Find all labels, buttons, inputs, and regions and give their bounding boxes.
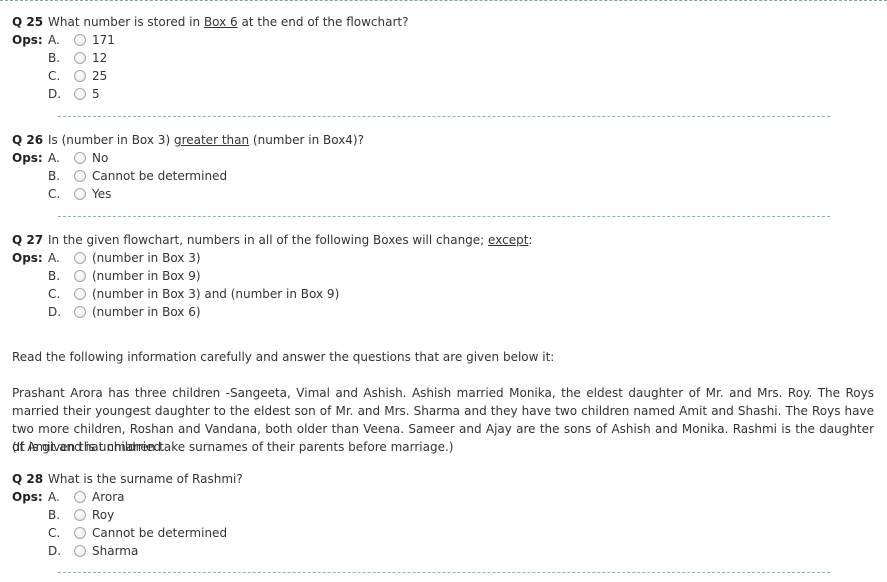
option-d[interactable]: D. Sharma (12, 542, 882, 560)
question-number: Q 26 (12, 133, 44, 147)
option-text: (number in Box 9) (92, 269, 201, 283)
option-text: (number in Box 3) and (number in Box 9) (92, 287, 340, 301)
option-a[interactable]: Ops: A. 171 (12, 31, 882, 49)
option-a[interactable]: Ops: A. Arora (12, 488, 882, 506)
passage-note: (It is given that children take surnames… (12, 440, 454, 454)
option-text: Yes (92, 187, 112, 201)
question-number: Q 27 (12, 233, 44, 247)
option-letter: C. (48, 187, 61, 201)
radio-button[interactable] (74, 270, 86, 282)
option-text: Roy (92, 508, 115, 522)
option-b[interactable]: B. Roy (12, 506, 882, 524)
option-c[interactable]: C. (number in Box 3) and (number in Box … (12, 285, 882, 303)
option-b[interactable]: B. Cannot be determined (12, 167, 882, 185)
option-letter: C. (48, 69, 61, 83)
option-d[interactable]: D. 5 (12, 85, 882, 103)
option-letter: B. (48, 51, 61, 65)
ops-label: Ops: (12, 251, 43, 265)
option-letter: D. (48, 305, 62, 319)
ops-label: Ops: (12, 490, 43, 504)
question-26: Q 26 Is (number in Box 3) greater than (n… (12, 131, 882, 203)
radio-button[interactable] (74, 491, 86, 503)
option-a[interactable]: Ops: A. (number in Box 3) (12, 249, 882, 267)
option-letter: D. (48, 87, 62, 101)
divider (58, 572, 830, 573)
ops-label: Ops: (12, 33, 43, 47)
passage-intro: Read the following information carefully… (12, 350, 555, 364)
option-text: (number in Box 3) (92, 251, 201, 265)
top-divider (0, 0, 887, 1)
option-b[interactable]: B. (number in Box 9) (12, 267, 882, 285)
option-b[interactable]: B. 12 (12, 49, 882, 67)
radio-button[interactable] (74, 88, 86, 100)
radio-button[interactable] (74, 34, 86, 46)
option-letter: D. (48, 544, 62, 558)
radio-button[interactable] (74, 252, 86, 264)
option-text: No (92, 151, 109, 165)
divider (58, 116, 830, 117)
radio-button[interactable] (74, 52, 86, 64)
option-letter: B. (48, 169, 61, 183)
option-text: Arora (92, 490, 125, 504)
question-text: Is (number in Box 3) (48, 133, 174, 147)
option-text: 5 (92, 87, 100, 101)
option-a[interactable]: Ops: A. No (12, 149, 882, 167)
option-text: Cannot be determined (92, 169, 228, 183)
radio-button[interactable] (74, 152, 86, 164)
option-letter: A. (48, 151, 60, 165)
question-text-end: at the end of the flowchart? (237, 15, 409, 29)
question-28-stem: Q 28 What is the surname of Rashmi? (12, 470, 882, 488)
radio-button[interactable] (74, 188, 86, 200)
question-26-stem: Q 26 Is (number in Box 3) greater than (n… (12, 131, 882, 149)
option-c[interactable]: C. Cannot be determined (12, 524, 882, 542)
ops-label: Ops: (12, 151, 43, 165)
option-d[interactable]: D. (number in Box 6) (12, 303, 882, 321)
divider (58, 216, 830, 217)
question-emphasis: greater than (173, 133, 250, 147)
radio-button[interactable] (74, 70, 86, 82)
option-letter: A. (48, 33, 60, 47)
option-text: Cannot be determined (92, 526, 228, 540)
question-text: What is the surname of Rashmi? (48, 472, 243, 486)
question-emphasis: Box 6 (203, 15, 238, 29)
question-25-stem: Q 25 What number is stored in Box 6 at th… (12, 13, 882, 31)
radio-button[interactable] (74, 170, 86, 182)
question-emphasis: except (488, 233, 529, 247)
option-letter: C. (48, 526, 61, 540)
radio-button[interactable] (74, 527, 86, 539)
question-number: Q 28 (12, 472, 44, 486)
question-number: Q 25 (12, 15, 44, 29)
option-letter: B. (48, 508, 61, 522)
radio-button[interactable] (74, 288, 86, 300)
radio-button[interactable] (74, 306, 86, 318)
question-text-end: : (528, 233, 533, 247)
option-letter: A. (48, 490, 60, 504)
option-text: 171 (92, 33, 115, 47)
option-text: 12 (92, 51, 108, 65)
question-28: Q 28 What is the surname of Rashmi? Ops: … (12, 470, 882, 560)
radio-button[interactable] (74, 509, 86, 521)
option-c[interactable]: C. Yes (12, 185, 882, 203)
option-text: (number in Box 6) (92, 305, 201, 319)
question-text: In the given flowchart, numbers in all o… (48, 233, 489, 247)
option-text: 25 (92, 69, 108, 83)
question-text: What number is stored in (48, 15, 204, 29)
question-27-stem: Q 27 In the given flowchart, numbers in a… (12, 231, 882, 249)
question-25: Q 25 What number is stored in Box 6 at th… (12, 13, 882, 103)
question-27: Q 27 In the given flowchart, numbers in a… (12, 231, 882, 321)
option-letter: B. (48, 269, 61, 283)
option-text: Sharma (92, 544, 139, 558)
option-letter: C. (48, 287, 61, 301)
option-c[interactable]: C. 25 (12, 67, 882, 85)
question-text-end: (number in Box4)? (249, 133, 364, 147)
option-letter: A. (48, 251, 60, 265)
radio-button[interactable] (74, 545, 86, 557)
